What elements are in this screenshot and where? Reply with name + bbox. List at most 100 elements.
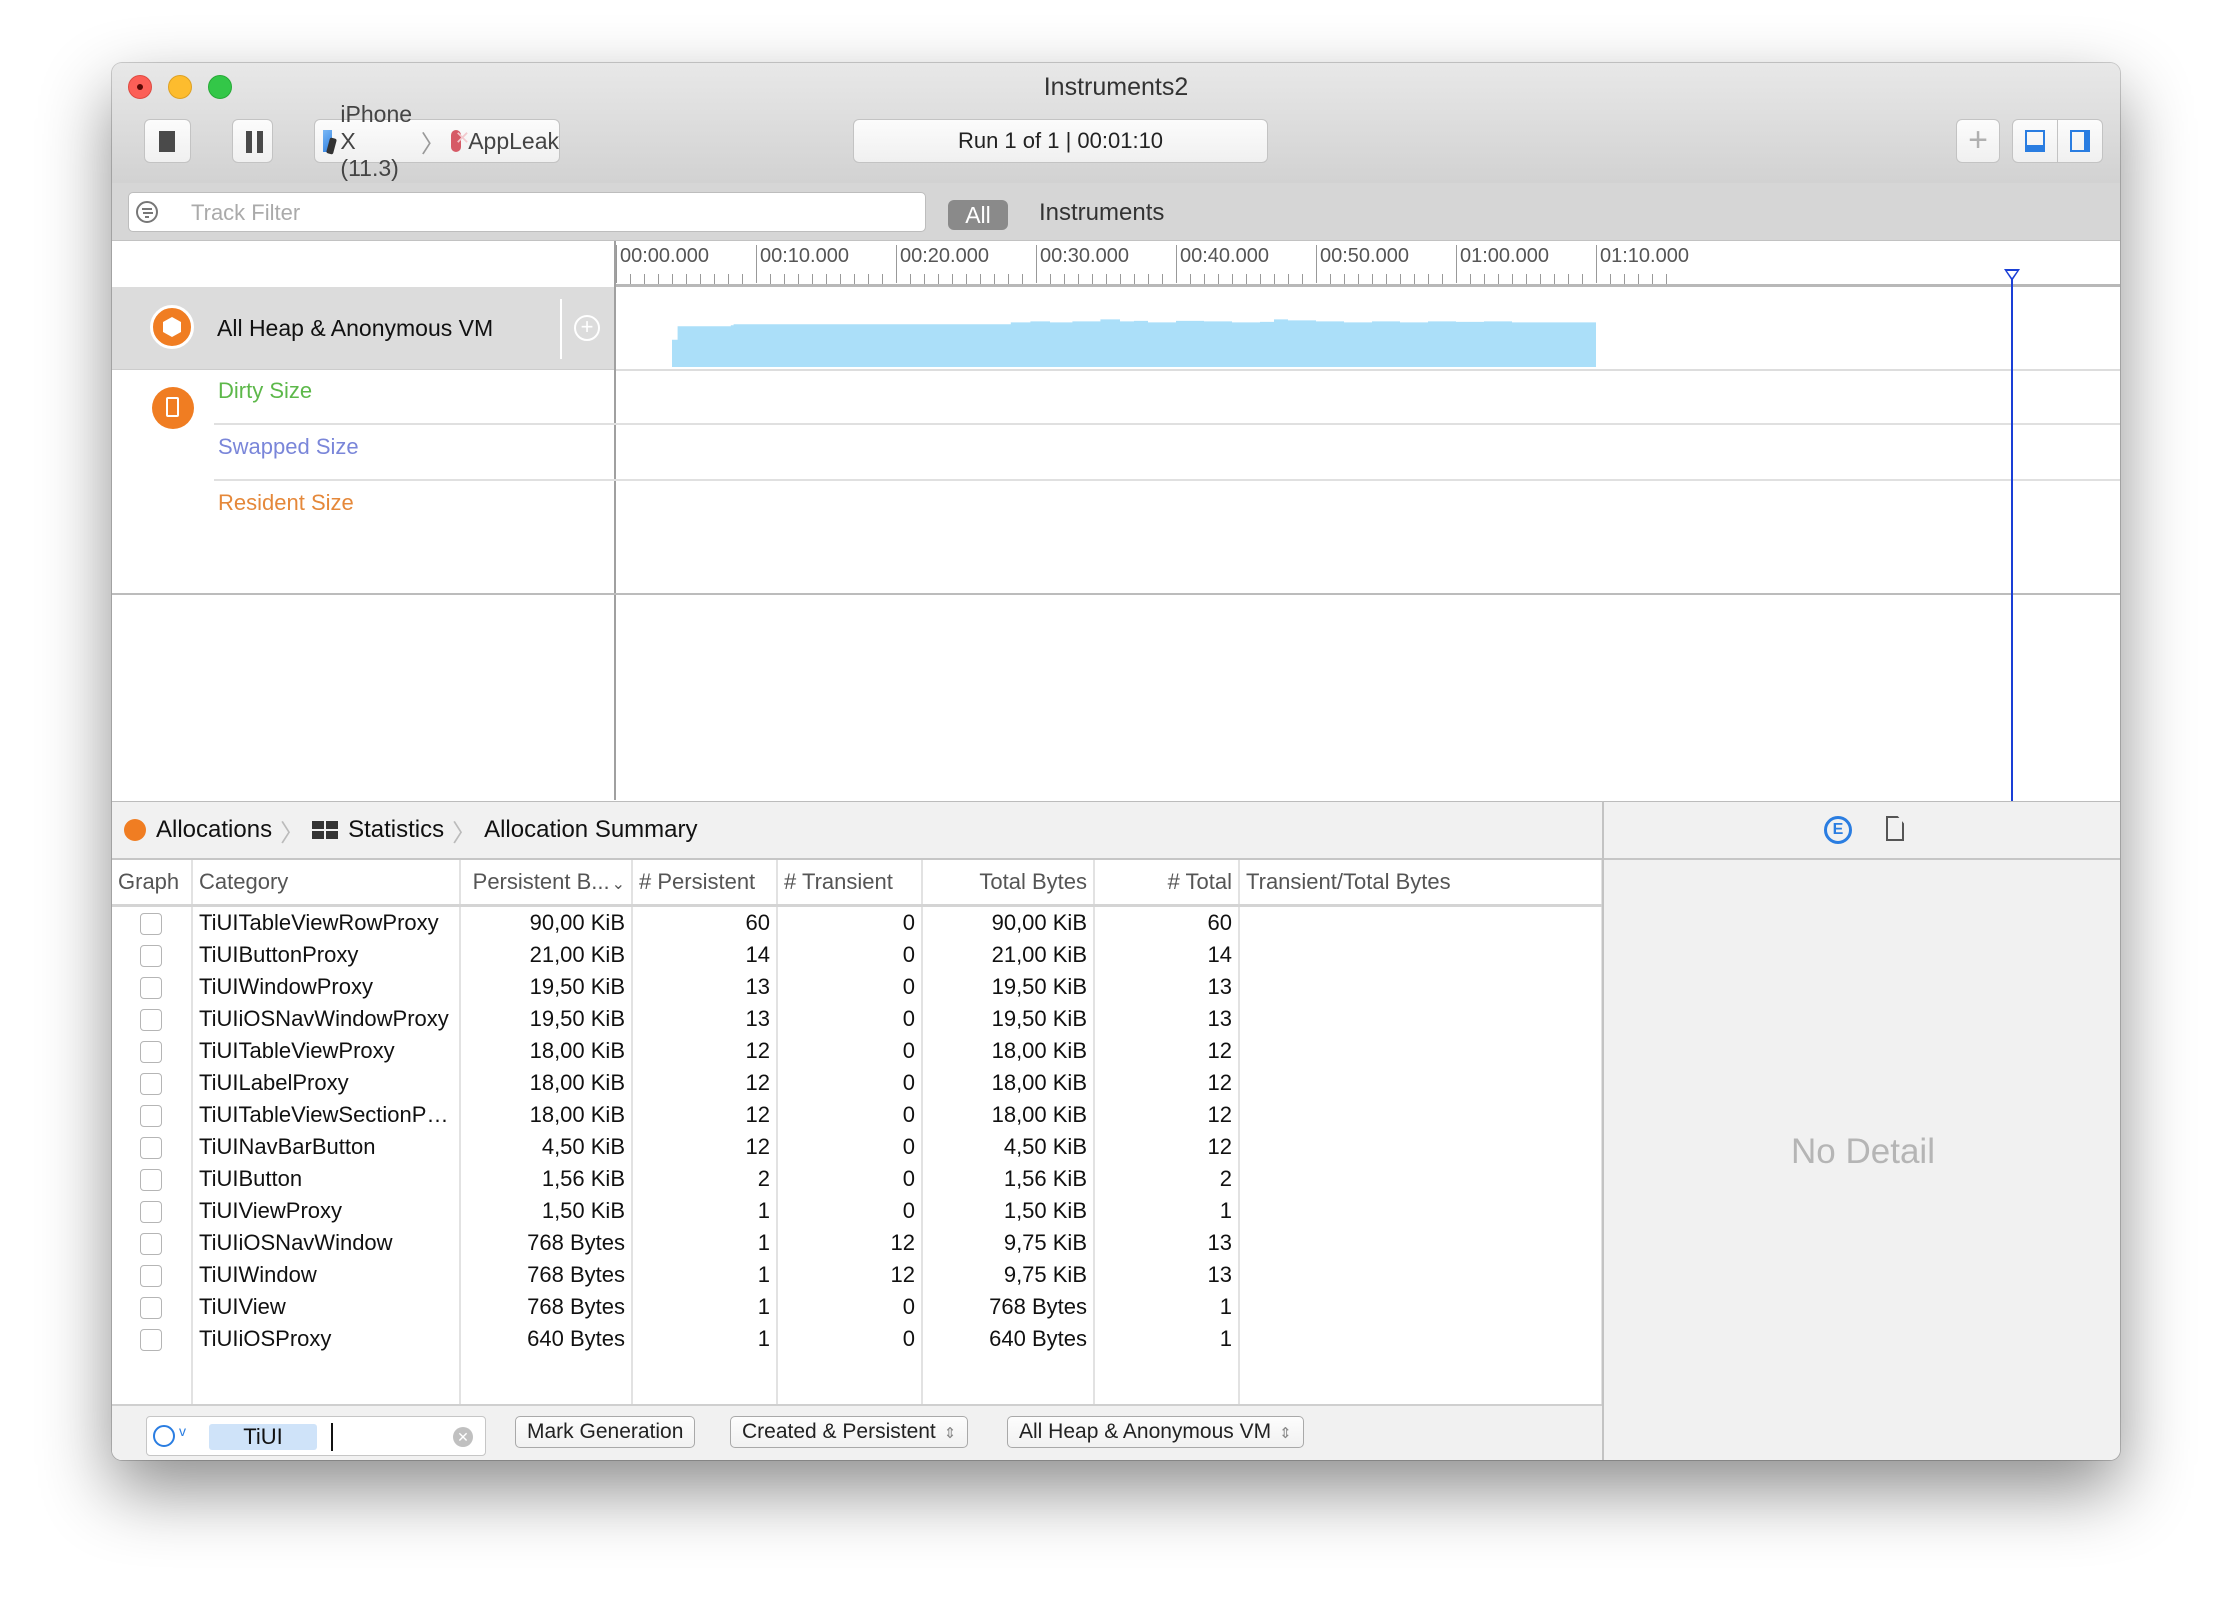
table-row[interactable]: TiUIiOSProxy 640 Bytes 1 0 640 Bytes 1 — [112, 1323, 1603, 1355]
column-persistent-count[interactable]: # Persistent — [632, 860, 778, 907]
add-instrument-button[interactable]: + — [1956, 119, 2000, 163]
ruler-tick — [1008, 274, 1009, 284]
ruler-tick — [1512, 274, 1513, 284]
table-row[interactable]: TiUIViewProxy 1,50 KiB 1 0 1,50 KiB 1 — [112, 1195, 1603, 1227]
category-cell: TiUITableViewRowProxy — [192, 905, 461, 939]
breadcrumb-allocation-summary[interactable]: Allocation Summary — [484, 816, 697, 844]
transient-total-cell — [1239, 1099, 1603, 1131]
table-row[interactable]: TiUINavBarButton 4,50 KiB 12 0 4,50 KiB 12 — [112, 1131, 1603, 1163]
heap-graph-area[interactable] — [616, 287, 2120, 371]
graph-checkbox[interactable] — [140, 1105, 162, 1128]
subtrack-swapped-size[interactable]: Swapped Size — [112, 426, 2120, 481]
tab-all[interactable]: All — [948, 200, 1008, 230]
column-total-bytes[interactable]: Total Bytes — [922, 860, 1095, 907]
graph-checkbox[interactable] — [140, 1233, 162, 1256]
chevron-down-icon[interactable]: v — [179, 1423, 186, 1439]
target-selector[interactable]: iPhone X (11.3) 〉 AppLeak — [314, 101, 560, 181]
graph-checkbox[interactable] — [140, 1329, 162, 1352]
graph-checkbox[interactable] — [140, 977, 162, 1000]
table-row[interactable]: TiUIiOSNavWindowProxy 19,50 KiB 13 0 19,50 K… — [112, 1003, 1603, 1035]
add-track-icon[interactable]: + — [574, 315, 600, 341]
track-separator — [560, 299, 562, 359]
document-icon[interactable] — [1886, 816, 1904, 841]
transient-count-cell: 0 — [777, 1067, 923, 1099]
category-cell: TiUIView — [192, 1291, 461, 1323]
table-row[interactable]: TiUITableViewRowProxy 90,00 KiB 60 0 90,00 K… — [112, 905, 1603, 939]
track-label: All Heap & Anonymous VM — [217, 315, 494, 341]
allocation-type-select[interactable]: All Heap & Anonymous VM ⇕ — [1007, 1416, 1304, 1448]
ruler-tick — [1344, 274, 1345, 284]
transient-total-cell — [1239, 939, 1603, 971]
subtrack-resident-size[interactable]: Resident Size — [112, 482, 2120, 537]
transient-count-cell: 0 — [777, 1099, 923, 1131]
search-token[interactable]: TiUI — [209, 1424, 317, 1450]
column-persistent-bytes[interactable]: Persistent B... ⌄ — [460, 860, 633, 907]
total-bytes-cell: 19,50 KiB — [922, 1003, 1095, 1035]
mark-generation-button[interactable]: Mark Generation — [515, 1416, 696, 1448]
stop-recording-button[interactable] — [144, 119, 191, 163]
total-count-cell: 12 — [1094, 1067, 1240, 1099]
column-category[interactable]: Category — [192, 860, 461, 907]
ruler-tick — [1568, 274, 1569, 284]
tab-instruments[interactable]: Instruments — [1039, 199, 1164, 227]
table-row[interactable]: TiUITableViewSectionPro... 18,00 KiB 12 0 18… — [112, 1099, 1603, 1131]
table-row[interactable]: TiUIButtonProxy 21,00 KiB 14 0 21,00 KiB 14 — [112, 939, 1603, 971]
graph-checkbox[interactable] — [140, 1041, 162, 1064]
column-transient-count[interactable]: # Transient — [777, 860, 923, 907]
table-row[interactable]: TiUIView 768 Bytes 1 0 768 Bytes 1 — [112, 1291, 1603, 1323]
table-row[interactable]: TiUIWindowProxy 19,50 KiB 13 0 19,50 KiB 13 — [112, 971, 1603, 1003]
graph-cell — [112, 971, 193, 1003]
graph-checkbox[interactable] — [140, 1009, 162, 1032]
column-graph[interactable]: Graph — [112, 860, 193, 907]
subtrack-dirty-size[interactable]: Dirty Size — [112, 370, 2120, 425]
graph-cell — [112, 1035, 193, 1067]
ruler-tick — [672, 274, 673, 284]
playhead-handle[interactable] — [2004, 269, 2020, 281]
filter-icon[interactable] — [153, 1425, 175, 1447]
graph-checkbox[interactable] — [140, 1201, 162, 1224]
graph-checkbox[interactable] — [140, 1297, 162, 1320]
ruler-tick — [1162, 274, 1163, 284]
subtrack-label: Dirty Size — [218, 378, 313, 403]
graph-checkbox[interactable] — [140, 945, 162, 968]
run-selector[interactable]: Run 1 of 1 | 00:01:10 — [853, 119, 1268, 163]
detail-filter-field[interactable]: v TiUI ✕ — [146, 1416, 486, 1456]
track-filter-input[interactable] — [189, 197, 893, 229]
time-ruler[interactable]: 00:00.000 00:10.000 00:20.000 00:30.000 00:4… — [616, 241, 2120, 287]
table-row[interactable]: TiUIWindow 768 Bytes 1 12 9,75 KiB 13 — [112, 1259, 1603, 1291]
persistent-count-cell: 1 — [632, 1227, 778, 1259]
lifespan-select[interactable]: Created & Persistent ⇕ — [730, 1416, 969, 1448]
toggle-inspector-button[interactable] — [2057, 119, 2103, 163]
toggle-detail-area-button[interactable] — [2012, 119, 2058, 163]
table-row[interactable]: TiUIButton 1,56 KiB 2 0 1,56 KiB 2 — [112, 1163, 1603, 1195]
graph-cell — [112, 1067, 193, 1099]
total-count-cell: 13 — [1094, 1259, 1240, 1291]
graph-checkbox[interactable] — [140, 913, 162, 936]
graph-cell — [112, 1291, 193, 1323]
playhead[interactable] — [2011, 271, 2013, 801]
ruler-tick — [686, 274, 687, 284]
table-row[interactable]: TiUILabelProxy 18,00 KiB 12 0 18,00 KiB 12 — [112, 1067, 1603, 1099]
column-total-count[interactable]: # Total — [1094, 860, 1240, 907]
graph-checkbox[interactable] — [140, 1073, 162, 1096]
breadcrumb-allocations[interactable]: Allocations — [156, 816, 272, 844]
column-transient-total-bytes[interactable]: Transient/Total Bytes — [1239, 860, 1603, 907]
ruler-tick — [1092, 274, 1093, 284]
table-row[interactable]: TiUITableViewProxy 18,00 KiB 12 0 18,00 KiB 1… — [112, 1035, 1603, 1067]
category-cell: TiUIWindow — [192, 1259, 461, 1291]
graph-checkbox[interactable] — [140, 1137, 162, 1160]
clear-search-icon[interactable]: ✕ — [453, 1427, 473, 1447]
ruler-tick — [1414, 274, 1415, 284]
extended-detail-icon[interactable]: E — [1824, 816, 1852, 844]
pause-recording-button[interactable] — [232, 119, 273, 163]
track-all-heap[interactable]: All Heap & Anonymous VM + — [112, 287, 614, 370]
graph-checkbox[interactable] — [140, 1169, 162, 1192]
breadcrumb-statistics[interactable]: Statistics — [348, 816, 444, 844]
graph-checkbox[interactable] — [140, 1265, 162, 1288]
ruler-tick — [1372, 274, 1373, 284]
chevron-right-icon: 〉 — [420, 130, 445, 158]
track-filter-field[interactable] — [128, 192, 926, 232]
table-row[interactable]: TiUIiOSNavWindow 768 Bytes 1 12 9,75 KiB 13 — [112, 1227, 1603, 1259]
device-label: iPhone X (11.3) — [340, 100, 413, 181]
select-value: Created & Persistent — [742, 1420, 936, 1443]
